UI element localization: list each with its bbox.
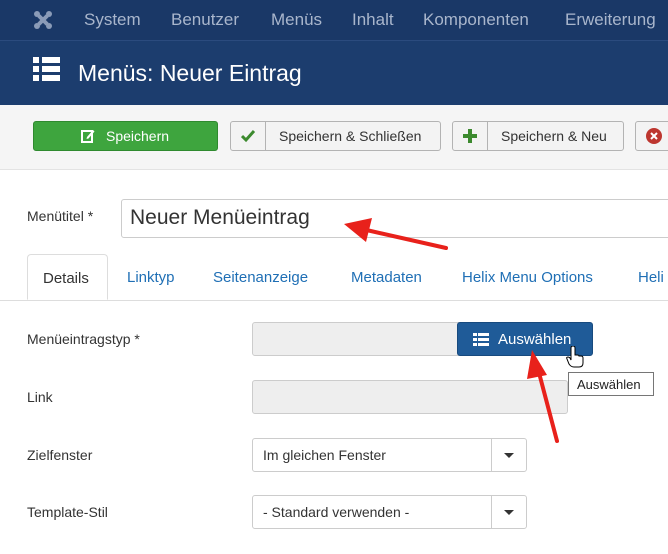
caret-down-icon — [504, 453, 514, 458]
link-field — [252, 380, 568, 414]
template-style-select[interactable]: - Standard verwenden - — [252, 495, 527, 529]
nav-users[interactable]: Benutzer — [171, 10, 239, 30]
save-new-icon-box — [453, 122, 488, 150]
target-window-caret — [491, 439, 526, 471]
link-label: Link — [27, 389, 53, 405]
tooltip-text: Auswählen — [577, 377, 641, 392]
save-new-label: Speichern & Neu — [501, 128, 607, 144]
target-window-label: Zielfenster — [27, 447, 93, 463]
check-icon — [241, 130, 255, 143]
page-header: Menüs: Neuer Eintrag — [0, 40, 668, 106]
tab-helix-menu-options[interactable]: Helix Menu Options — [462, 269, 593, 286]
select-type-label: Auswählen — [498, 331, 572, 348]
template-style-caret — [491, 496, 526, 528]
tab-linktype[interactable]: Linktyp — [127, 269, 175, 286]
toolbar: Speichern Speichern & Schließen Speicher… — [0, 105, 668, 170]
tooltip: Auswählen — [568, 372, 654, 396]
nav-content[interactable]: Inhalt — [352, 10, 394, 30]
save-close-button[interactable]: Speichern & Schließen — [230, 121, 441, 151]
cancel-icon — [646, 128, 662, 144]
target-window-select[interactable]: Im gleichen Fenster — [252, 438, 527, 472]
list-icon — [473, 333, 489, 346]
nav-extensions[interactable]: Erweiterung — [565, 10, 656, 30]
tab-helix-more[interactable]: Heli — [638, 269, 664, 286]
tab-details[interactable]: Details — [27, 254, 108, 300]
save-button[interactable]: Speichern — [33, 121, 218, 151]
save-close-icon-box — [231, 122, 266, 150]
tab-bar: Details Linktyp Seitenanzeige Metadaten … — [0, 254, 668, 301]
template-style-label: Template-Stil — [27, 504, 108, 520]
hand-cursor-icon — [566, 346, 584, 368]
tab-metadata[interactable]: Metadaten — [351, 269, 422, 286]
tab-page-display[interactable]: Seitenanzeige — [213, 269, 308, 286]
list-icon — [33, 57, 60, 81]
save-new-button[interactable]: Speichern & Neu — [452, 121, 624, 151]
nav-system[interactable]: System — [84, 10, 141, 30]
menu-item-type-field — [252, 322, 462, 356]
top-navbar: System Benutzer Menüs Inhalt Komponenten… — [0, 0, 668, 40]
save-button-label: Speichern — [106, 128, 170, 144]
save-close-label: Speichern & Schließen — [279, 128, 422, 144]
page-title: Menüs: Neuer Eintrag — [78, 60, 302, 86]
nav-menus[interactable]: Menüs — [271, 10, 322, 30]
caret-down-icon — [504, 510, 514, 515]
menu-item-type-label: Menüeintragstyp * — [27, 331, 140, 347]
menu-title-label: Menütitel * — [27, 208, 94, 224]
target-window-value: Im gleichen Fenster — [263, 447, 386, 463]
cancel-button[interactable] — [635, 121, 668, 151]
joomla-logo-icon[interactable] — [31, 8, 55, 32]
menu-title-input[interactable]: Neuer Menüeintrag — [121, 199, 668, 238]
plus-icon — [463, 129, 477, 143]
edit-icon — [81, 130, 95, 143]
template-style-value: - Standard verwenden - — [263, 504, 410, 520]
tab-details-label: Details — [43, 270, 89, 287]
nav-components[interactable]: Komponenten — [423, 10, 529, 30]
